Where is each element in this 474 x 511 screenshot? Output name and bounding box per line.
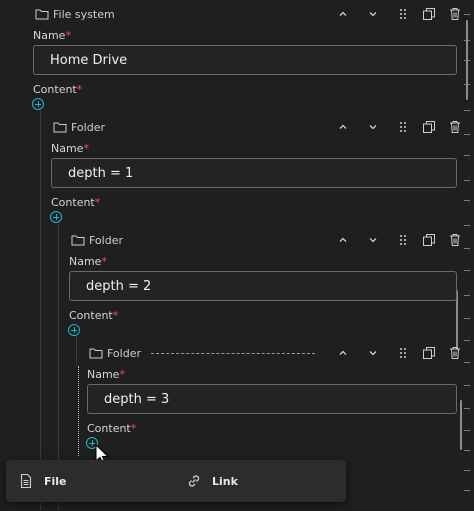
drag-handle-icon[interactable] [396, 233, 410, 247]
trash-icon[interactable] [448, 7, 462, 21]
trash-icon[interactable] [448, 346, 462, 360]
node-type-label: Folder [89, 233, 123, 247]
trash-icon[interactable] [448, 120, 462, 134]
copy-icon[interactable] [422, 120, 436, 134]
folder-icon [89, 348, 103, 359]
chevron-down-icon[interactable] [366, 7, 380, 21]
node-type-label: Folder [107, 346, 141, 360]
guide-line [40, 110, 41, 510]
add-content-menu: File Link [6, 460, 346, 502]
content-label: Content* [33, 83, 83, 96]
drag-handle-icon[interactable] [396, 7, 410, 21]
file-icon [20, 473, 32, 489]
node-header-folder[interactable]: Folder [89, 341, 323, 365]
chevron-up-icon[interactable] [336, 233, 350, 247]
add-content-button[interactable] [32, 98, 44, 110]
menu-item-file[interactable]: File [18, 460, 168, 502]
menu-item-link[interactable]: Link [186, 460, 336, 502]
chevron-down-icon[interactable] [366, 346, 380, 360]
content-label: Content* [69, 309, 119, 322]
node-header-folder[interactable]: Folder [53, 115, 323, 139]
content-label: Content* [87, 422, 137, 435]
scrollbar-thumb[interactable] [460, 400, 462, 450]
folder-icon [71, 235, 85, 246]
scrollbar-thumb[interactable] [466, 20, 468, 100]
name-input[interactable]: Home Drive [33, 45, 457, 75]
chevron-down-icon[interactable] [366, 233, 380, 247]
node-header-file-system[interactable]: File system [35, 2, 325, 26]
content-label: Content* [51, 196, 101, 209]
name-input[interactable]: depth = 1 [51, 158, 457, 188]
file-system-editor: File system Name* Home Drive Content* Fo… [0, 0, 474, 511]
menu-item-label: Link [212, 474, 238, 488]
node-controls [336, 228, 462, 252]
copy-icon[interactable] [422, 346, 436, 360]
folder-icon [35, 9, 49, 20]
guide-line [76, 336, 77, 366]
chevron-up-icon[interactable] [336, 120, 350, 134]
node-header-folder[interactable]: Folder [71, 228, 323, 252]
name-input[interactable]: depth = 2 [69, 271, 457, 301]
name-label: Name* [51, 142, 89, 155]
name-input[interactable]: depth = 3 [87, 384, 457, 414]
add-content-button[interactable] [50, 211, 62, 223]
name-label: Name* [33, 29, 71, 42]
name-label: Name* [69, 255, 107, 268]
menu-item-label: File [44, 474, 67, 488]
copy-icon[interactable] [422, 7, 436, 21]
node-type-label: File system [53, 7, 115, 21]
copy-icon[interactable] [422, 233, 436, 247]
link-icon [188, 475, 200, 487]
guide-line-dotted [78, 366, 80, 456]
add-content-button[interactable] [68, 324, 80, 336]
trash-icon[interactable] [448, 233, 462, 247]
folder-icon [53, 122, 67, 133]
node-type-label: Folder [71, 120, 105, 134]
node-controls [336, 115, 462, 139]
node-controls [336, 2, 462, 26]
chevron-up-icon[interactable] [336, 346, 350, 360]
chevron-up-icon[interactable] [336, 7, 350, 21]
drag-handle-icon[interactable] [396, 120, 410, 134]
chevron-down-icon[interactable] [366, 120, 380, 134]
name-label: Name* [87, 368, 125, 381]
drop-indicator [151, 352, 315, 354]
drag-handle-icon[interactable] [396, 346, 410, 360]
node-controls [336, 341, 462, 365]
